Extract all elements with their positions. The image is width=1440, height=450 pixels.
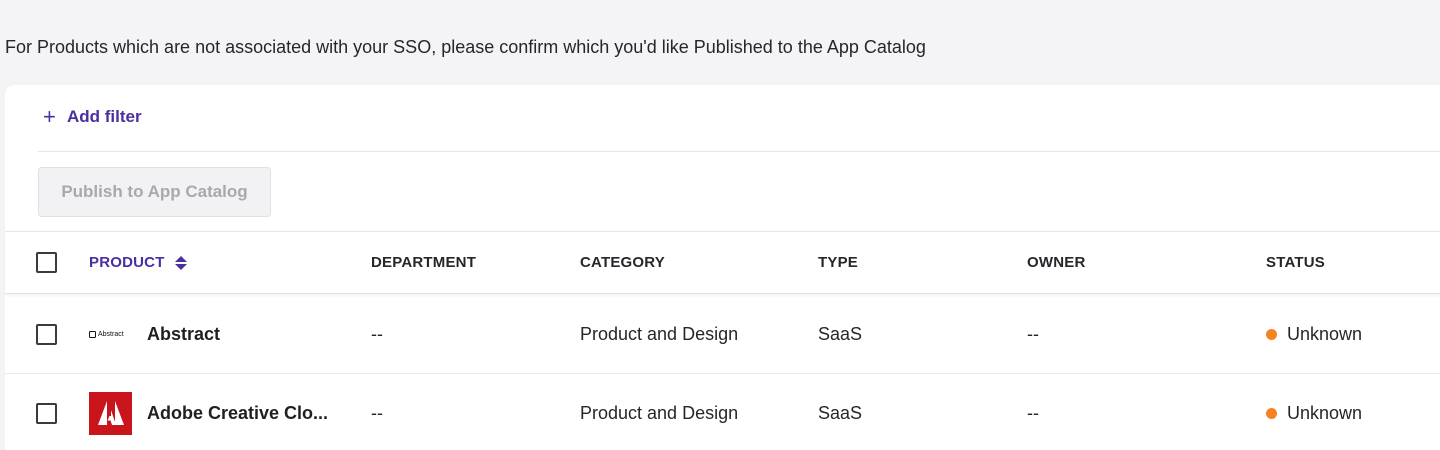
type-cell: SaaS <box>818 323 863 344</box>
column-header-department: DEPARTMENT <box>371 254 477 271</box>
adobe-logo <box>89 391 132 435</box>
publish-to-app-catalog-button[interactable]: Publish to App Catalog <box>38 167 271 217</box>
sort-icon[interactable] <box>174 255 187 270</box>
status-label: Unknown <box>1287 402 1363 423</box>
row-checkbox[interactable] <box>36 323 57 345</box>
owner-cell: -- <box>1027 402 1039 423</box>
product-name[interactable]: Adobe Creative Clo... <box>147 403 328 424</box>
column-header-owner: OWNER <box>1027 254 1086 271</box>
divider <box>38 151 1440 152</box>
department-cell: -- <box>371 323 383 344</box>
column-header-type: TYPE <box>818 254 858 271</box>
intro-text: For Products which are not associated wi… <box>5 37 926 57</box>
product-name[interactable]: Abstract <box>147 324 220 345</box>
type-cell: SaaS <box>818 402 863 423</box>
column-header-label: PRODUCT <box>89 254 165 271</box>
status-dot-icon <box>1266 328 1277 340</box>
column-header-status: STATUS <box>1266 254 1325 271</box>
status-cell: Unknown <box>1266 295 1362 373</box>
column-header-category: CATEGORY <box>580 254 665 271</box>
plus-icon: + <box>43 104 56 129</box>
add-filter-button[interactable]: + Add filter <box>43 106 142 128</box>
select-all-checkbox[interactable] <box>36 252 57 273</box>
department-cell: -- <box>371 402 383 423</box>
status-label: Unknown <box>1287 323 1363 344</box>
owner-cell: -- <box>1027 323 1039 344</box>
add-filter-label: Add filter <box>67 107 142 126</box>
category-cell: Product and Design <box>580 402 739 423</box>
table-row[interactable]: Adobe Creative Clo... -- Product and Des… <box>5 374 1440 450</box>
category-cell: Product and Design <box>580 323 739 344</box>
column-header-product[interactable]: PRODUCT <box>89 232 187 293</box>
status-dot-icon <box>1266 407 1277 419</box>
row-checkbox[interactable] <box>36 402 57 424</box>
table-row[interactable]: Abstract Abstract -- Product and Design … <box>5 295 1440 374</box>
table-header: PRODUCT DEPARTMENT CATEGORY TYPE OWNER S… <box>5 232 1440 294</box>
status-cell: Unknown <box>1266 374 1362 450</box>
abstract-logo: Abstract <box>89 313 132 356</box>
